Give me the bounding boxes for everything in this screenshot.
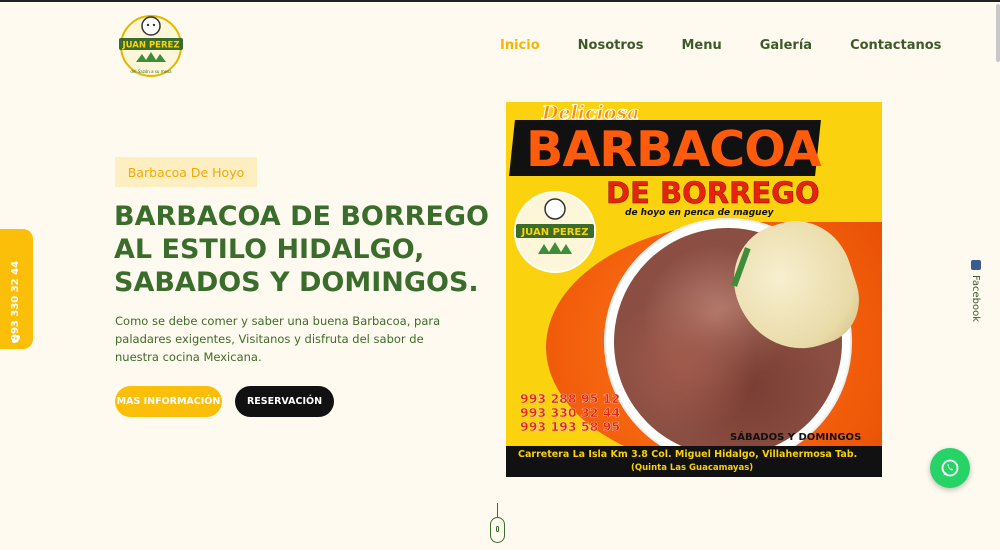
poster-phone: 993 330 32 44 <box>520 405 621 420</box>
phone-side-tab[interactable]: 993 330 32 44 <box>0 229 33 349</box>
mouse-wheel <box>496 526 499 532</box>
page-scrollbar[interactable] <box>996 4 1000 62</box>
nav-item-nosotros[interactable]: Nosotros <box>578 38 644 53</box>
poster-address: Carretera La Isla Km 3.8 Col. Miguel Hid… <box>518 449 858 460</box>
poster-title: BARBACOA <box>526 121 821 178</box>
poster-tagline: de hoyo en penca de maguey <box>625 208 774 218</box>
poster-phones: 993 288 95 12 993 330 32 44 993 193 58 9… <box>520 391 621 434</box>
poster-logo: JUAN PEREZ <box>510 190 600 274</box>
facebook-label: Facebook <box>970 275 981 322</box>
hero-poster-image: Deliciosa BARBACOA DE BORREGO de hoyo en… <box>506 102 882 477</box>
reservation-button[interactable]: RESERVACIÓN <box>235 386 334 417</box>
svg-text:JUAN PEREZ: JUAN PEREZ <box>520 227 588 238</box>
nav-item-menu[interactable]: Menu <box>681 38 721 53</box>
nav-item-contactanos[interactable]: Contactanos <box>850 38 941 53</box>
site-logo[interactable]: JUAN PEREZ del Sazón a su mesa <box>114 12 188 82</box>
scroll-line <box>497 503 498 517</box>
mouse-scroll-icon[interactable] <box>490 517 505 543</box>
poster-phone: 993 288 95 12 <box>520 391 621 406</box>
phone-number: 993 330 32 44 <box>10 260 21 341</box>
poster-address-note: (Quinta Las Guacamayas) <box>631 463 754 473</box>
poster-phone: 993 193 58 95 <box>520 419 621 434</box>
hero-headline: BARBACOA DE BORREGO AL ESTILO HIDALGO, S… <box>114 200 490 299</box>
nav-item-inicio[interactable]: Inicio <box>500 38 540 53</box>
headline-line: AL ESTILO HIDALGO, <box>114 234 425 265</box>
whatsapp-icon <box>941 459 959 477</box>
svg-text:JUAN PEREZ: JUAN PEREZ <box>121 41 179 51</box>
svg-text:del Sazón a su mesa: del Sazón a su mesa <box>130 69 172 74</box>
hero-description: Como se debe comer y saber una buena Bar… <box>115 314 441 364</box>
headline-line: SABADOS Y DOMINGOS. <box>114 267 479 298</box>
hero-badge: Barbacoa De Hoyo <box>115 157 257 187</box>
headline-line: BARBACOA DE BORREGO <box>114 201 490 232</box>
whatsapp-button[interactable] <box>930 448 970 488</box>
poster-days: SÁBADOS Y DOMINGOS <box>730 432 862 443</box>
more-info-button[interactable]: MAS INFORMACIÓN <box>115 386 222 417</box>
poster-subtitle: DE BORREGO <box>606 176 820 210</box>
facebook-side-link[interactable]: Facebook <box>966 257 986 327</box>
poster-footer: Carretera La Isla Km 3.8 Col. Miguel Hid… <box>506 446 882 477</box>
facebook-icon <box>971 260 981 270</box>
main-nav: Inicio Nosotros Menu Galería Contactanos <box>500 38 941 53</box>
nav-item-galeria[interactable]: Galería <box>760 38 812 53</box>
